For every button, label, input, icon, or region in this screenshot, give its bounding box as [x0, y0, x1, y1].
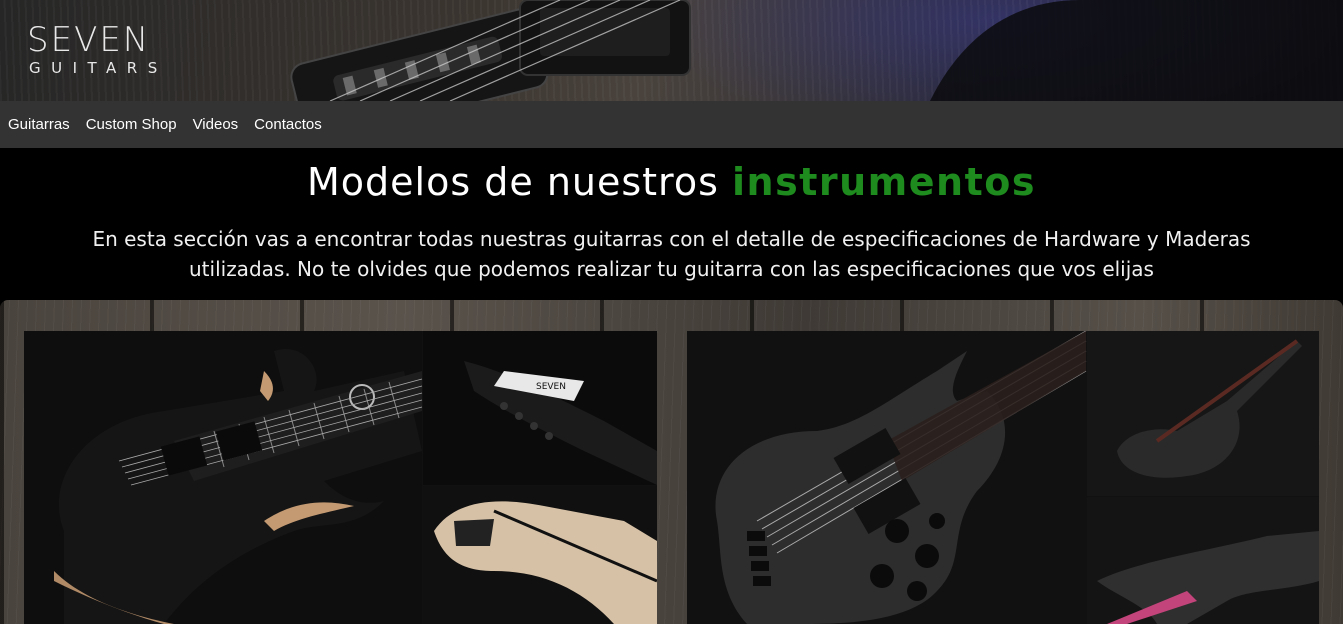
guitar-model-card-2[interactable] [687, 331, 1319, 624]
guitar-collage-1: SEVEN [24, 331, 657, 624]
intro-text: En esta sección vas a encontrar todas nu… [92, 227, 1251, 281]
intro-section: Modelos de nuestros instrumentos En esta… [0, 148, 1343, 300]
title-plain: Modelos de nuestros [307, 160, 719, 204]
seven-guitars-logo[interactable]: SEVEN GUITARS [27, 20, 207, 80]
nav-item-contactos[interactable]: Contactos [254, 116, 322, 133]
page-title: Modelos de nuestros instrumentos [0, 160, 1343, 204]
main-nav: Guitarras Custom Shop Videos Contactos [0, 101, 1343, 148]
nav-item-guitarras[interactable]: Guitarras [8, 116, 70, 133]
logo-subtitle: GUITARS [29, 59, 168, 77]
title-accent: instrumentos [732, 160, 1036, 204]
guitar-model-card-1[interactable]: SEVEN [24, 331, 657, 624]
bass-collage-2 [687, 331, 1319, 624]
header-banner: SEVEN GUITARS [0, 0, 1343, 101]
nav-item-videos[interactable]: Videos [193, 116, 239, 133]
headstock-logo-text: SEVEN [536, 382, 566, 392]
nav-item-custom-shop[interactable]: Custom Shop [86, 116, 177, 133]
logo-wordmark: SEVEN [27, 20, 151, 60]
gallery-section: SEVEN [0, 300, 1343, 624]
